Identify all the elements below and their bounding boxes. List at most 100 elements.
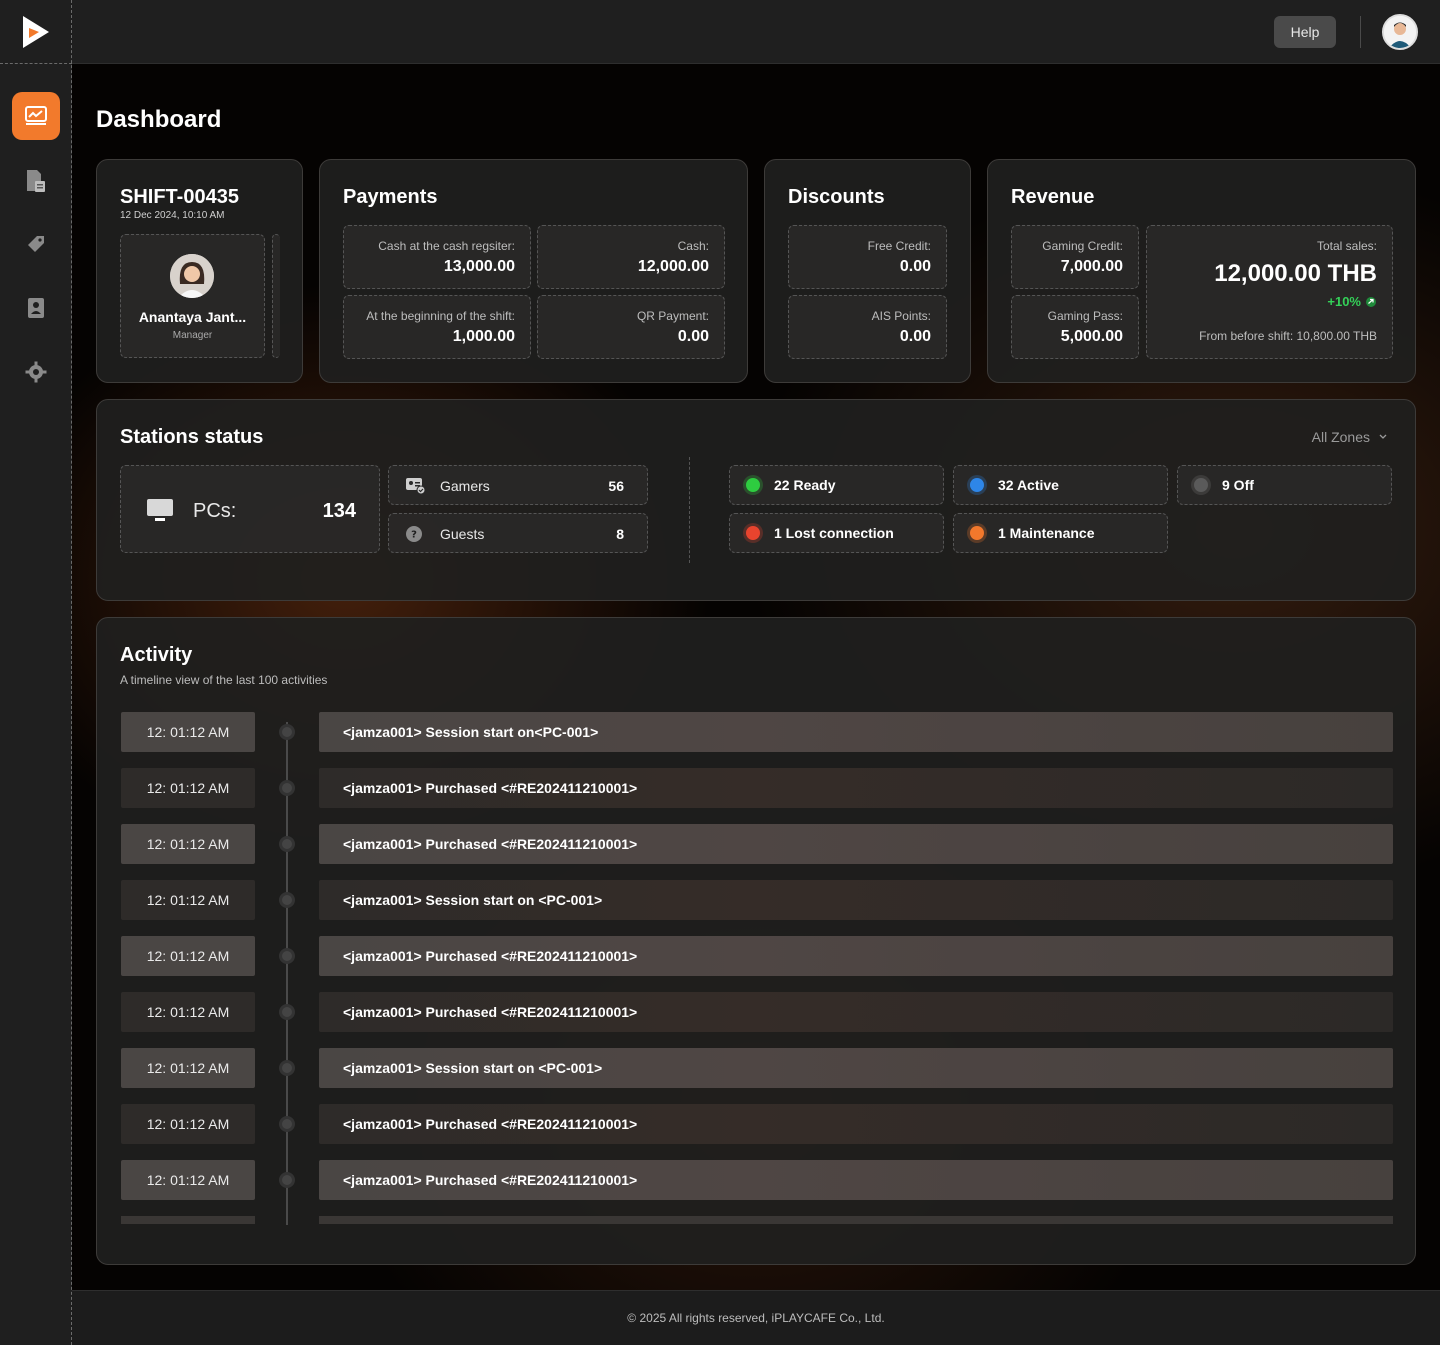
pcs-count: 134	[322, 500, 356, 522]
status-dot	[970, 526, 984, 540]
timeline-line	[286, 722, 288, 1225]
discounts-card: Discounts Free Credit: 0.00 AIS Points: …	[764, 159, 971, 383]
sidebar-item-dashboard[interactable]	[12, 92, 60, 140]
activity-time: 12: 01:12 AM	[121, 712, 255, 752]
status-ready[interactable]: 22 Ready	[729, 465, 944, 505]
pcs-label: PCs:	[193, 500, 237, 522]
stations-card: Stations status All Zones PCs: 134 Gamer…	[96, 399, 1416, 601]
settings-gear-icon	[25, 361, 47, 383]
topbar-divider	[1360, 16, 1361, 48]
revenue-value: 5,000.00	[1060, 328, 1123, 345]
status-label: 32 Active	[998, 477, 1059, 493]
total-sales-change: +10%	[1327, 294, 1377, 309]
payment-label: QR Payment:	[636, 309, 709, 323]
status-dot	[970, 478, 984, 492]
total-sales-value: 12,000.00 THB	[1214, 260, 1377, 287]
activity-card: Activity A timeline view of the last 100…	[96, 617, 1416, 1265]
shift-datetime: 12 Dec 2024, 10:10 AM	[120, 210, 225, 221]
status-label: 1 Maintenance	[998, 525, 1095, 541]
staff-role: Manager	[172, 330, 213, 341]
gamers-tile: Gamers 56	[388, 465, 648, 505]
payments-title: Payments	[343, 186, 438, 208]
sidebar-item-tickets[interactable]	[12, 220, 60, 268]
zone-filter-label: All Zones	[1311, 429, 1370, 445]
payment-cash: Cash: 12,000.00	[537, 225, 725, 289]
change-value: +10%	[1327, 294, 1361, 309]
activity-row[interactable]: <jamza001> Purchased <#RE202411210001>	[319, 768, 1393, 808]
activity-row[interactable]: <jamza001> Purchased <#RE202411210001>	[319, 824, 1393, 864]
user-avatar[interactable]	[1382, 14, 1418, 50]
footer: © 2025 All rights reserved, iPLAYCAFE Co…	[72, 1290, 1440, 1345]
discount-value: 0.00	[899, 258, 931, 275]
activity-time: 12: 01:12 AM	[121, 992, 255, 1032]
payment-value: 13,000.00	[443, 258, 515, 275]
activity-title: Activity	[120, 644, 193, 666]
shift-id: SHIFT-00435	[120, 186, 239, 208]
activity-row[interactable]: <jamza001> Session start on <PC-001>	[319, 1048, 1393, 1088]
activity-time: 12: 01:12 AM	[121, 936, 255, 976]
timeline-dot	[279, 724, 295, 740]
activity-row[interactable]: <jamza001> Session start on <PC-001>	[319, 880, 1393, 920]
activity-row[interactable]: <jamza001> Purchased <#RE202411210001>	[319, 992, 1393, 1032]
status-label: 9 Off	[1222, 477, 1254, 493]
revenue-label: Gaming Pass:	[1047, 309, 1123, 323]
app-logo[interactable]	[0, 0, 72, 64]
activity-time: 12: 01:12 AM	[121, 880, 255, 920]
svg-text:?: ?	[411, 530, 417, 541]
total-sales-label: Total sales:	[1316, 239, 1377, 253]
sidebar-item-settings[interactable]	[12, 348, 60, 396]
status-dot	[746, 526, 760, 540]
revenue-gaming-pass: Gaming Pass: 5,000.00	[1011, 295, 1139, 359]
revenue-gaming-credit: Gaming Credit: 7,000.00	[1011, 225, 1139, 289]
discount-value: 0.00	[899, 328, 931, 345]
revenue-label: Gaming Credit:	[1042, 239, 1123, 253]
guests-count: 8	[616, 526, 624, 542]
timeline-dot	[279, 1004, 295, 1020]
status-dot	[746, 478, 760, 492]
status-maintenance[interactable]: 1 Maintenance	[953, 513, 1168, 553]
monitor-icon	[147, 499, 173, 521]
activity-row[interactable]: <jamza001> Purchased <#RE202411210001>	[319, 1160, 1393, 1200]
staff-photo-icon	[170, 254, 214, 298]
status-off[interactable]: 9 Off	[1177, 465, 1392, 505]
staff-avatar	[170, 254, 214, 298]
dashboard-chart-icon	[25, 106, 47, 125]
staff-tile-next	[272, 234, 280, 358]
activity-row[interactable]: <jamza001> Purchased <#RE202411210001>	[319, 936, 1393, 976]
zone-filter-dropdown[interactable]: All Zones	[1312, 429, 1388, 445]
status-lost-connection[interactable]: 1 Lost connection	[729, 513, 944, 553]
sidebar-item-users[interactable]	[12, 284, 60, 332]
payment-qr: QR Payment: 0.00	[537, 295, 725, 359]
activity-time: 12: 01:12 AM	[121, 768, 255, 808]
stations-divider	[689, 457, 690, 563]
stations-title: Stations status	[120, 426, 264, 448]
timeline-dot	[279, 1116, 295, 1132]
user-card-icon	[28, 298, 44, 318]
status-dot	[1194, 478, 1208, 492]
pcs-tile: PCs: 134	[120, 465, 380, 553]
sidebar-item-reports[interactable]	[12, 157, 60, 205]
activity-subtitle: A timeline view of the last 100 activiti…	[120, 673, 328, 687]
activity-row[interactable]: <jamza001> Purchased <#RE202411210001>	[319, 1104, 1393, 1144]
chevron-down-icon	[1379, 434, 1387, 439]
timeline-dot	[279, 1060, 295, 1076]
staff-name: Anantaya Jant...	[138, 309, 247, 325]
timeline-dot	[279, 836, 295, 852]
status-active[interactable]: 32 Active	[953, 465, 1168, 505]
help-button[interactable]: Help	[1274, 16, 1336, 48]
trend-up-icon	[1366, 296, 1376, 307]
timeline-dot	[279, 948, 295, 964]
activity-time: 12: 01:12 AM	[121, 1048, 255, 1088]
time-box-partial	[121, 1216, 255, 1224]
staff-tile[interactable]: Anantaya Jant... Manager	[120, 234, 265, 358]
activity-row[interactable]: <jamza001> Session start on<PC-001>	[319, 712, 1393, 752]
shift-card: SHIFT-00435 12 Dec 2024, 10:10 AM Ananta…	[96, 159, 303, 383]
guests-tile: ? Guests 8	[388, 513, 648, 553]
status-label: 1 Lost connection	[774, 525, 894, 541]
sidebar	[0, 0, 72, 1345]
timeline-dot	[279, 780, 295, 796]
revenue-title: Revenue	[1011, 186, 1095, 208]
payments-card: Payments Cash at the cash regsiter: 13,0…	[319, 159, 748, 383]
payment-label: Cash at the cash regsiter:	[378, 239, 515, 253]
activity-row-partial	[319, 1216, 1393, 1224]
